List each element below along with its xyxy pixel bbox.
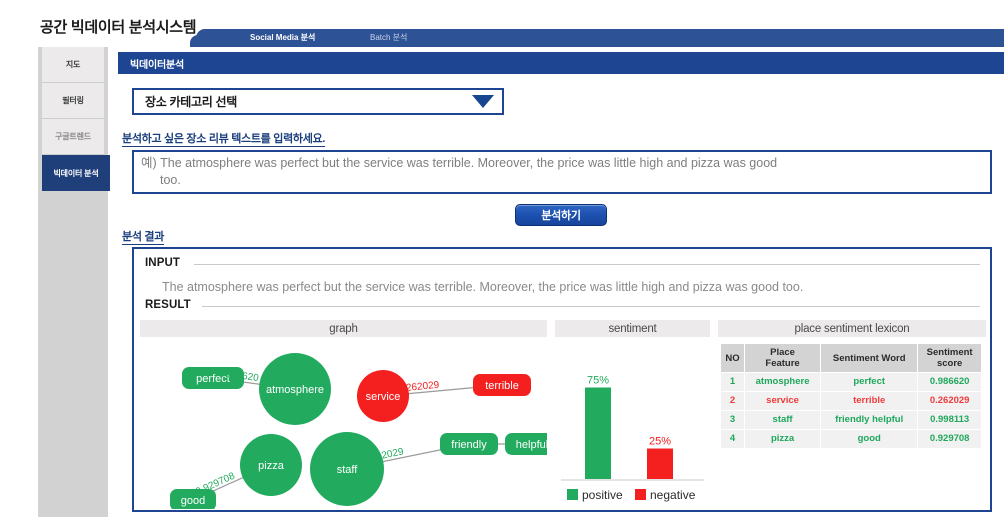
sidebar-item-filtering[interactable]: 필터링 — [42, 83, 104, 119]
sentiment-pane-title: sentiment — [555, 320, 710, 337]
legend-label-positive: positive — [582, 488, 623, 502]
lexicon-pane-title: place sentiment lexicon — [718, 320, 986, 337]
sentiment-chart: 75% 25% positive negative — [555, 339, 710, 509]
graph-node-friendly[interactable]: friendly — [440, 433, 498, 455]
sidebar-item-google-trends[interactable]: 구글트렌드 — [42, 119, 104, 155]
category-select[interactable]: 장소 카테고리 선택 — [132, 88, 504, 115]
review-input[interactable]: 예) The atmosphere was perfect but the se… — [132, 150, 992, 194]
graph-node-label: good — [181, 495, 205, 507]
cell-word: perfect — [820, 372, 919, 392]
legend-label-negative: negative — [650, 488, 696, 502]
graph-node-terrible[interactable]: terrible — [473, 374, 531, 396]
analyze-button[interactable]: 분석하기 — [515, 204, 607, 226]
cell-feature: staff — [743, 410, 822, 430]
bar-positive — [585, 387, 611, 479]
table-row: 1 atmosphere perfect 0.986620 — [720, 372, 982, 392]
cell-word: friendly helpful — [820, 410, 919, 430]
review-placeholder-line2: too. — [160, 173, 181, 187]
col-no: NO — [720, 343, 745, 373]
chevron-down-icon — [472, 95, 494, 108]
cell-no: 1 — [720, 372, 745, 392]
cell-score: 0.929708 — [917, 429, 982, 449]
cell-feature: pizza — [743, 429, 822, 449]
input-divider — [194, 264, 980, 265]
review-placeholder-line1: 예) The atmosphere was perfect but the se… — [141, 156, 778, 170]
cell-score: 0.986620 — [917, 372, 982, 392]
result-title: RESULT — [145, 299, 197, 311]
graph-node-label: pizza — [258, 460, 285, 472]
app-title: 공간 빅데이터 분석시스템 — [40, 19, 197, 36]
sidebar-item-bigdata-analysis[interactable]: 빅데이터 분석 — [42, 155, 110, 191]
bar-value-label: 25% — [649, 436, 671, 448]
graph-pane-title: graph — [140, 320, 547, 337]
table-row: 2 service terrible 0.262029 — [720, 391, 982, 411]
cell-score: 0.998113 — [917, 410, 982, 430]
app-window: 공간 빅데이터 분석시스템 Social Media 분석 Batch 분석 지… — [0, 0, 1004, 517]
bar-value-label: 75% — [587, 375, 609, 387]
graph-node-label: staff — [337, 464, 359, 476]
graph-node-label: helpful — [516, 439, 547, 451]
result-section-label: 분석 결과 — [122, 231, 165, 245]
graph-chart[interactable]: perfect atmosphere service terrible friendly… — [140, 339, 547, 509]
cell-feature: atmosphere — [743, 372, 822, 392]
result-divider — [202, 306, 980, 307]
bar-negative — [647, 448, 673, 479]
graph-node-label: friendly — [451, 439, 487, 451]
legend-swatch-positive — [567, 489, 578, 500]
review-field-label: 분석하고 싶은 장소 리뷰 텍스트를 입력하세요. — [122, 133, 326, 147]
graph-node-label: terrible — [485, 380, 519, 392]
cell-feature: service — [743, 391, 822, 411]
col-sentiment-word: Sentiment Word — [820, 343, 919, 373]
graph-node-helpful[interactable]: helpful — [505, 433, 547, 455]
legend-swatch-negative — [635, 489, 646, 500]
graph-node-label: atmosphere — [266, 384, 324, 396]
cell-score: 0.262029 — [917, 391, 982, 411]
sidebar: 지도 필터링 구글트렌드 빅데이터 분석 — [38, 47, 110, 517]
graph-node-service[interactable]: service — [357, 370, 409, 422]
tab-social-media[interactable]: Social Media 분석 — [250, 31, 315, 45]
cell-word: terrible — [820, 391, 919, 411]
top-nav-bar: Social Media 분석 Batch 분석 — [190, 29, 1004, 47]
main-content: 빅데이터분석 장소 카테고리 선택 분석하고 싶은 장소 리뷰 텍스트를 입력하… — [110, 47, 1004, 517]
cell-no: 3 — [720, 410, 745, 430]
table-row: 3 staff friendly helpful 0.998113 — [720, 410, 982, 430]
cell-word: good — [820, 429, 919, 449]
graph-node-atmosphere[interactable]: atmosphere — [259, 353, 331, 425]
tab-batch[interactable]: Batch 분석 — [370, 31, 407, 45]
cell-no: 4 — [720, 429, 745, 449]
sidebar-item-map[interactable]: 지도 — [42, 47, 104, 83]
cell-no: 2 — [720, 391, 745, 411]
category-select-value: 장소 카테고리 선택 — [145, 95, 237, 109]
panel-title: 빅데이터분석 — [118, 52, 1004, 74]
top-header: 공간 빅데이터 분석시스템 Social Media 분석 Batch 분석 — [0, 0, 1004, 47]
result-panel: INPUT The atmosphere was perfect but the… — [132, 247, 992, 512]
col-sentiment-score: Sentiment score — [917, 343, 982, 373]
graph-node-pizza[interactable]: pizza — [240, 434, 302, 496]
input-title: INPUT — [145, 257, 186, 269]
col-place-feature: Place Feature — [743, 343, 822, 373]
graph-node-label: service — [366, 391, 401, 403]
table-row: 4 pizza good 0.929708 — [720, 429, 982, 449]
table-header-row: NO Place Feature Sentiment Word Sentiment… — [720, 343, 982, 373]
input-text: The atmosphere was perfect but the servi… — [162, 280, 804, 294]
lexicon-table: NO Place Feature Sentiment Word Sentiment… — [718, 339, 986, 509]
graph-node-staff[interactable]: staff — [310, 432, 384, 506]
